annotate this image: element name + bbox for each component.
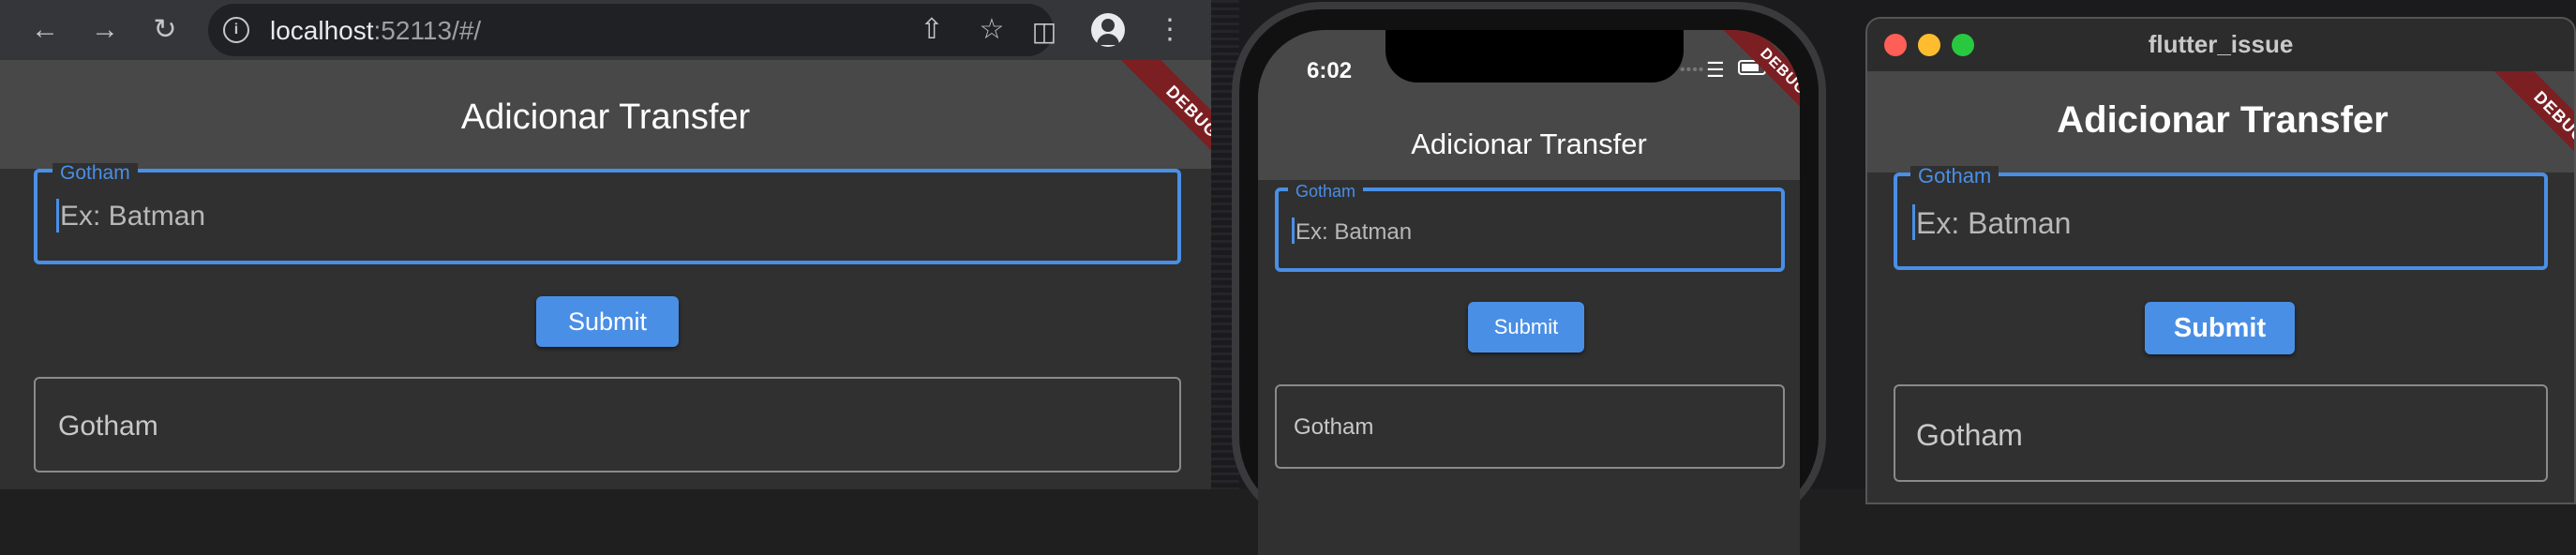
input-hint: Ex: Batman [60, 201, 206, 232]
iphone-simulator: 6:02 •••• ☰ Adicionar Transfer DEBUG Got… [1232, 2, 1826, 555]
field-value: Gotham [58, 411, 158, 442]
submit-button[interactable]: Submit [2145, 302, 2295, 354]
side-panel-icon[interactable]: ◫ [1024, 11, 1065, 52]
phone-notch [1385, 30, 1684, 82]
page-title: Adicionar Transfer [1411, 128, 1647, 160]
browser-toolbar: ← → ↻ i localhost:52113/#/ ⇧ ☆ ◫ ⋮ [0, 0, 1211, 60]
gotham-display-field[interactable]: Gotham [1894, 384, 2548, 482]
window-titlebar: flutter_issue [1867, 19, 2574, 73]
browser-window: ← → ↻ i localhost:52113/#/ ⇧ ☆ ◫ ⋮ Adici… [0, 0, 1211, 489]
reload-icon[interactable]: ↻ [144, 9, 186, 51]
submit-button[interactable]: Submit [1468, 302, 1584, 352]
debug-banner: DEBUG [2471, 71, 2574, 178]
input-floating-label: Gotham [52, 163, 138, 183]
page-title: Adicionar Transfer [460, 98, 751, 137]
status-time: 6:02 [1307, 58, 1353, 83]
share-icon[interactable]: ⇧ [913, 11, 951, 49]
debug-banner: DEBUG [1699, 30, 1800, 131]
url-host: localhost [270, 16, 374, 45]
profile-avatar-icon[interactable] [1091, 13, 1125, 47]
debug-label: DEBUG [1715, 30, 1800, 131]
field-value: Gotham [1916, 418, 2023, 452]
debug-label: DEBUG [1116, 60, 1211, 176]
site-info-icon[interactable]: i [223, 17, 249, 43]
url-text: localhost:52113/#/ [270, 16, 481, 46]
input-hint: Ex: Batman [1916, 206, 2072, 240]
forward-icon[interactable]: → [84, 9, 126, 51]
phone-screen: 6:02 •••• ☰ Adicionar Transfer DEBUG Got… [1258, 30, 1800, 555]
window-title: flutter_issue [2148, 30, 2294, 58]
macos-window: flutter_issue Adicionar Transfer DEBUG G… [1865, 17, 2576, 504]
gotham-display-field[interactable]: Gotham [34, 377, 1181, 472]
text-caret [1292, 218, 1295, 244]
input-floating-label: Gotham [1910, 166, 1999, 187]
app-bar: Adicionar Transfer [0, 60, 1211, 169]
input-hint: Ex: Batman [1295, 219, 1413, 245]
gotham-input[interactable]: Gotham Ex: Batman [1275, 183, 1785, 272]
debug-banner: DEBUG [1095, 60, 1211, 176]
gotham-input[interactable]: Gotham Ex: Batman [34, 163, 1181, 264]
address-bar[interactable]: i localhost:52113/#/ ⇧ ☆ [208, 4, 1054, 56]
menu-kebab-icon[interactable]: ⋮ [1149, 9, 1191, 51]
text-caret [1912, 204, 1915, 240]
back-icon[interactable]: ← [24, 9, 66, 51]
url-path: :52113/#/ [373, 16, 482, 45]
app-bar: Adicionar Transfer [1867, 71, 2574, 172]
page-title: Adicionar Transfer [2057, 99, 2389, 141]
text-caret [56, 199, 59, 232]
field-value: Gotham [1294, 414, 1374, 440]
input-floating-label: Gotham [1288, 183, 1364, 200]
debug-label: DEBUG [2487, 71, 2574, 178]
gotham-input[interactable]: Gotham Ex: Batman [1894, 166, 2548, 270]
submit-button[interactable]: Submit [536, 296, 679, 347]
gotham-display-field[interactable]: Gotham [1275, 384, 1785, 469]
bookmark-star-icon[interactable]: ☆ [973, 11, 1011, 49]
